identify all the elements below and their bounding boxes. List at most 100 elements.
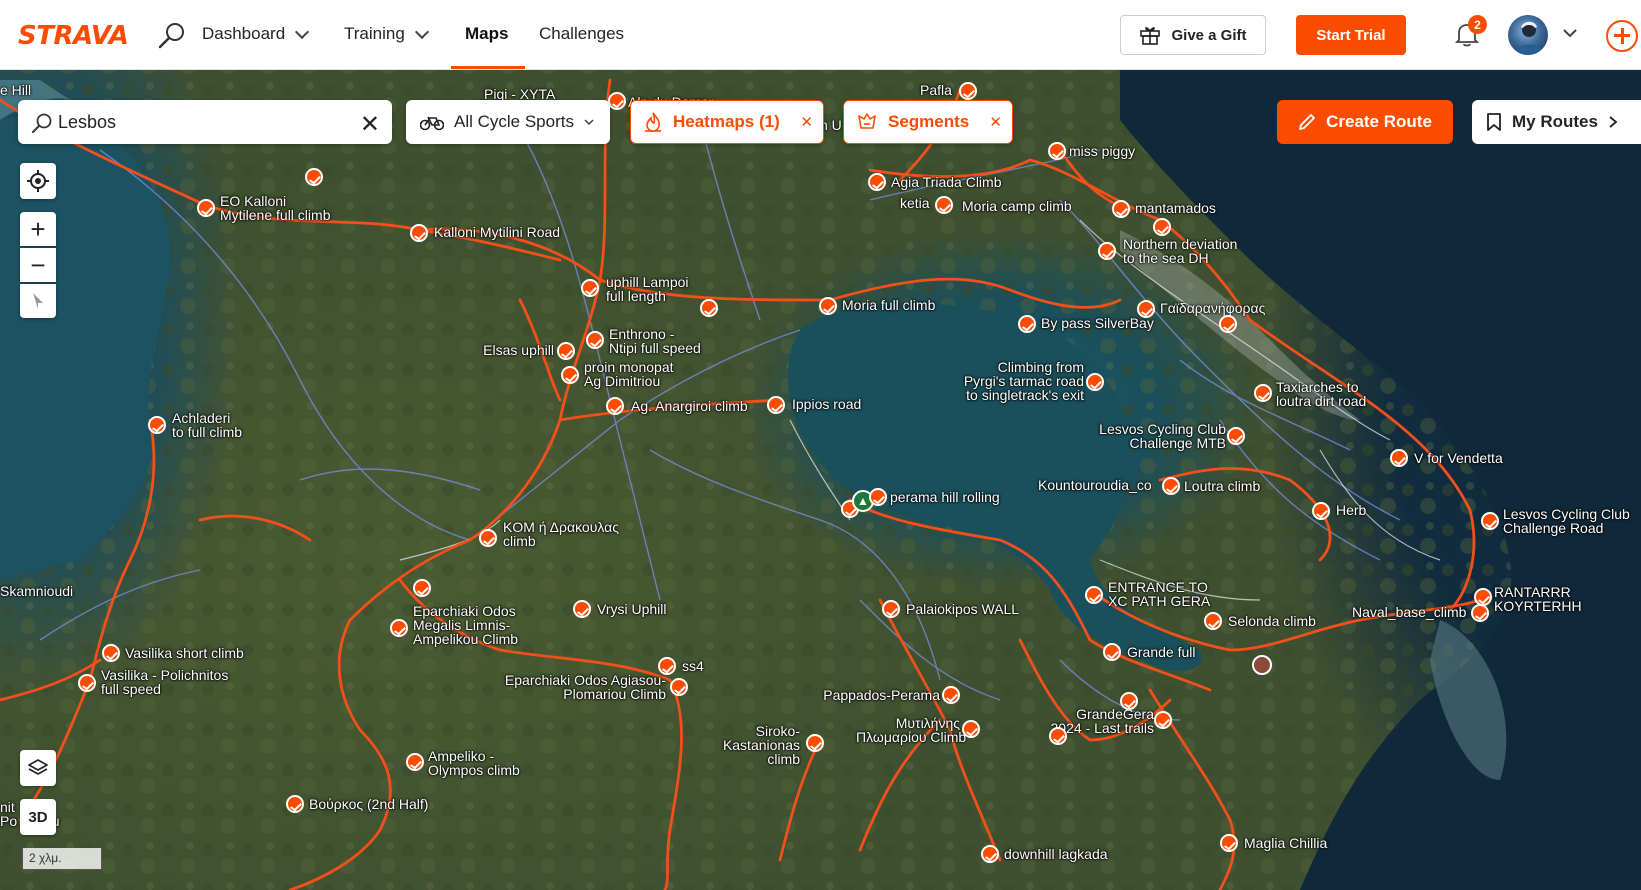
nav-challenges[interactable]: Challenges: [539, 24, 624, 44]
segment-label[interactable]: nit Po: [0, 800, 17, 828]
segment-label[interactable]: Herb: [1336, 503, 1366, 517]
segment-label[interactable]: Moria full climb: [842, 298, 935, 312]
segment-marker[interactable]: [1390, 449, 1408, 467]
segment-label[interactable]: Ag. Anargiroi climb: [631, 399, 748, 413]
segment-marker[interactable]: [1204, 612, 1222, 630]
segment-marker[interactable]: [581, 279, 599, 297]
segment-label[interactable]: Vasilika short climb: [125, 646, 244, 660]
chevron-down-icon[interactable]: [1563, 28, 1577, 38]
segment-label[interactable]: Loutra climb: [1184, 479, 1260, 493]
segment-marker[interactable]: [573, 600, 591, 618]
start-trial-button[interactable]: Start Trial: [1296, 15, 1406, 55]
segment-label[interactable]: Pappados-Perama: [800, 688, 940, 702]
segment-label[interactable]: Siroko- Kastanionas climb: [716, 724, 800, 766]
segment-label[interactable]: uphill Lampoi full length: [606, 275, 689, 303]
segment-marker[interactable]: [608, 92, 626, 110]
segment-marker[interactable]: [286, 795, 304, 813]
segment-label[interactable]: perama hill rolling: [890, 490, 1000, 504]
segment-marker[interactable]: [1220, 834, 1238, 852]
segment-label[interactable]: Kountouroudia_co: [1038, 478, 1152, 492]
segment-marker[interactable]: [1086, 373, 1104, 391]
segment-marker[interactable]: [819, 297, 837, 315]
segment-label[interactable]: Μυτιλήνης Πλωμαρίου Climb: [856, 716, 966, 744]
segment-marker[interactable]: [413, 579, 431, 597]
give-gift-button[interactable]: Give a Gift: [1120, 15, 1266, 55]
segment-marker[interactable]: [1103, 643, 1121, 661]
segment-marker[interactable]: [1153, 218, 1171, 236]
segment-label[interactable]: Maglia Chillia: [1244, 836, 1327, 850]
zoom-out-button[interactable]: −: [20, 248, 56, 282]
segment-label[interactable]: GrandeGera 2024 - Last trails: [1030, 707, 1155, 735]
segment-label[interactable]: Kalloni Mytilini Road: [434, 225, 560, 239]
segment-label[interactable]: downhill lagkada: [1004, 847, 1108, 861]
segment-marker[interactable]: [1112, 200, 1130, 218]
sport-filter-dropdown[interactable]: All Cycle Sports: [406, 100, 610, 144]
nav-training[interactable]: Training: [344, 24, 429, 44]
segment-marker[interactable]: [1474, 588, 1492, 606]
segment-label[interactable]: miss piggy: [1069, 144, 1135, 158]
segment-marker[interactable]: [1085, 586, 1103, 604]
segment-marker[interactable]: [1154, 711, 1172, 729]
segment-label[interactable]: By pass SilverBay: [1041, 316, 1154, 330]
segment-marker[interactable]: [1048, 142, 1066, 160]
segment-label[interactable]: KOM ή Δρακουλας climb: [503, 520, 619, 548]
remove-segments-icon[interactable]: ✕: [989, 113, 1002, 131]
nav-dashboard[interactable]: Dashboard: [202, 24, 310, 44]
segment-marker[interactable]: [102, 644, 120, 662]
segment-marker[interactable]: [1254, 384, 1272, 402]
segment-marker[interactable]: [148, 416, 166, 434]
segment-label[interactable]: Elsas uphill: [470, 343, 554, 357]
segment-marker[interactable]: [561, 366, 579, 384]
locate-me-button[interactable]: [20, 163, 56, 199]
segment-label[interactable]: Pafla: [920, 83, 952, 97]
my-routes-button[interactable]: My Routes: [1472, 100, 1641, 144]
segment-marker[interactable]: [1481, 512, 1499, 530]
remove-heatmaps-icon[interactable]: ✕: [800, 113, 813, 131]
segment-marker[interactable]: [1471, 604, 1489, 622]
add-icon[interactable]: [1606, 20, 1638, 52]
segment-marker[interactable]: [1227, 427, 1245, 445]
segment-label[interactable]: Skamnioudi: [0, 584, 73, 598]
clear-search-icon[interactable]: ✕: [360, 110, 380, 139]
segment-label[interactable]: Eparchiaki Odos Agiasou- Plomariou Climb: [462, 673, 666, 701]
location-search-input[interactable]: [58, 111, 338, 133]
segment-label[interactable]: Ippios road: [792, 397, 861, 411]
segment-label[interactable]: Moria camp climb: [962, 199, 1072, 213]
segment-marker[interactable]: [767, 396, 785, 414]
segment-marker[interactable]: [197, 199, 215, 217]
segment-marker[interactable]: [1120, 692, 1138, 710]
create-route-button[interactable]: Create Route: [1277, 100, 1453, 144]
segment-marker[interactable]: [1312, 502, 1330, 520]
segment-label[interactable]: Lesvos Cycling Club Challenge MTB: [1066, 422, 1226, 450]
segment-marker[interactable]: [1137, 300, 1155, 318]
nav-maps[interactable]: Maps: [465, 24, 508, 44]
segment-label[interactable]: Achladeri to full climb: [172, 411, 242, 439]
segment-marker[interactable]: [1098, 242, 1116, 260]
segment-marker[interactable]: [700, 299, 718, 317]
segment-label[interactable]: Γαϊδαρανήφορας: [1160, 301, 1265, 315]
segments-filter[interactable]: Segments ✕: [843, 100, 1013, 144]
segment-label[interactable]: RANTARRR KOYRTERHH: [1494, 585, 1582, 613]
segment-marker[interactable]: [1219, 315, 1237, 333]
strava-logo[interactable]: STRAVA: [18, 21, 129, 51]
segment-label[interactable]: ss4: [682, 659, 704, 673]
segment-label[interactable]: Enthrono - Ntipi full speed: [609, 327, 701, 355]
segment-label[interactable]: ketia: [900, 196, 930, 210]
heatmaps-filter[interactable]: Heatmaps (1) ✕: [630, 100, 824, 144]
segment-label[interactable]: Naval_base_climb: [1352, 605, 1466, 619]
segment-label[interactable]: Selonda climb: [1228, 614, 1316, 628]
segment-marker[interactable]: [882, 600, 900, 618]
segment-label[interactable]: Taxiarches to loutra dirt road: [1276, 380, 1366, 408]
segment-label[interactable]: Ampeliko - Olympos climb: [428, 749, 520, 777]
segment-marker[interactable]: [305, 168, 323, 186]
segment-marker[interactable]: [962, 720, 980, 738]
segment-marker[interactable]: [1049, 727, 1067, 745]
segment-label[interactable]: Northern deviation to the sea DH: [1123, 237, 1237, 265]
segment-marker[interactable]: [479, 529, 497, 547]
segment-label[interactable]: Climbing from Pyrgi's tarmac road to sin…: [930, 360, 1084, 402]
segment-marker[interactable]: [868, 173, 886, 191]
segment-label[interactable]: proin monopat Ag Dimitriou: [584, 360, 674, 388]
segment-label[interactable]: Eparchiaki Odos Megalis Limnis- Ampeliko…: [413, 604, 518, 646]
segment-label[interactable]: Vrysi Uphill: [597, 602, 667, 616]
segment-label[interactable]: EO Kalloni Mytilene full climb: [220, 194, 330, 222]
